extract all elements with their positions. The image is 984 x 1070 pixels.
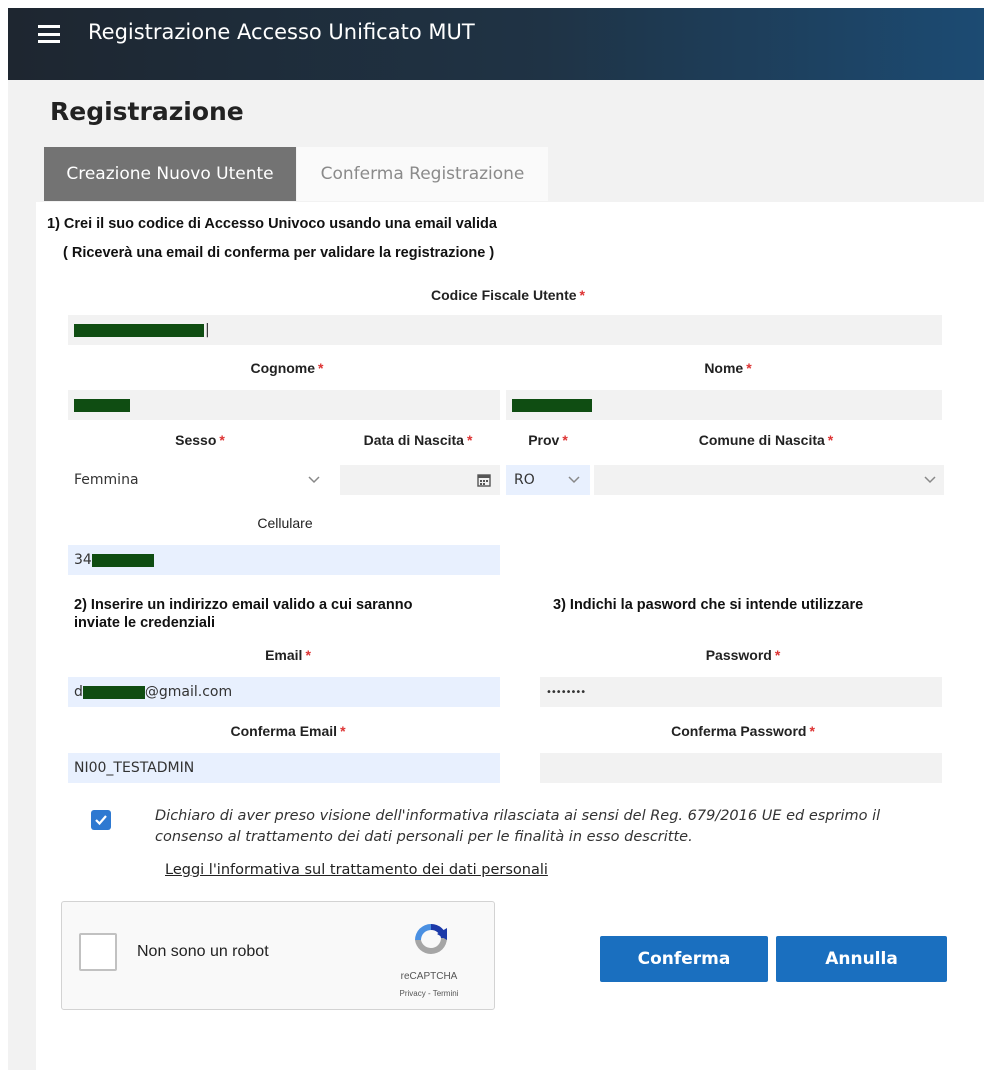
redacted-value xyxy=(512,398,592,412)
nome-input[interactable] xyxy=(506,390,942,420)
email-label: Email * xyxy=(265,647,311,663)
comune-nascita-label: Comune di Nascita * xyxy=(698,432,834,448)
redacted-value xyxy=(91,553,154,567)
sesso-select[interactable]: Femmina xyxy=(74,465,330,495)
cognome-input[interactable] xyxy=(68,390,500,420)
tab-creazione-nuovo-utente[interactable]: Creazione Nuovo Utente xyxy=(44,147,296,201)
conferma-password-label: Conferma Password * xyxy=(671,723,815,739)
conferma-password-input[interactable] xyxy=(540,753,942,783)
section2-heading: 2) Inserire un indirizzo email valido a … xyxy=(74,597,413,613)
chevron-down-icon xyxy=(924,476,936,484)
page-title: Registrazione xyxy=(50,97,244,126)
recaptcha-terms-link[interactable]: Privacy - Termini xyxy=(383,989,475,998)
codice-fiscale-input[interactable]: | xyxy=(68,315,942,345)
redacted-value xyxy=(82,685,145,699)
nome-label: Nome * xyxy=(704,360,752,376)
recaptcha-label: Non sono un robot xyxy=(137,943,269,960)
conferma-email-input[interactable]: NI00_TESTADMIN xyxy=(68,753,500,783)
cognome-label: Cognome * xyxy=(250,360,324,376)
recaptcha-brand: reCAPTCHA xyxy=(400,971,458,982)
cancel-button[interactable]: Annulla xyxy=(776,936,947,982)
section2-subheading: inviate le credenziali xyxy=(74,615,216,631)
conferma-email-label: Conferma Email * xyxy=(230,723,346,739)
section1-subheading: ( Riceverà una email di conferma per val… xyxy=(63,245,495,261)
tab-conferma-registrazione[interactable]: Conferma Registrazione xyxy=(297,147,548,201)
consent-checkbox[interactable] xyxy=(91,810,111,830)
chevron-down-icon xyxy=(568,476,580,484)
recaptcha-checkbox[interactable] xyxy=(79,933,117,971)
confirm-button[interactable]: Conferma xyxy=(600,936,768,982)
data-nascita-label: Data di Nascita * xyxy=(363,432,473,448)
calendar-icon[interactable] xyxy=(477,473,491,487)
hamburger-menu-icon[interactable] xyxy=(38,25,60,43)
prov-select[interactable]: RO xyxy=(506,465,590,495)
top-app-bar xyxy=(8,8,984,80)
sesso-value: Femmina xyxy=(74,472,139,488)
password-input[interactable]: •••••••• xyxy=(540,677,942,707)
prov-value: RO xyxy=(514,472,535,488)
privacy-policy-link[interactable]: Leggi l'informativa sul trattamento dei … xyxy=(165,862,548,878)
left-gutter xyxy=(8,202,36,1070)
sesso-label: Sesso * xyxy=(175,432,225,448)
chevron-down-icon xyxy=(308,476,320,484)
password-label: Password * xyxy=(705,647,781,663)
consent-text: Dichiaro di aver preso visione dell'info… xyxy=(155,808,881,845)
prov-label: Prov * xyxy=(528,432,568,448)
comune-nascita-select[interactable] xyxy=(594,465,944,495)
email-input[interactable]: d @gmail.com xyxy=(68,677,500,707)
codice-fiscale-label: Codice Fiscale Utente * xyxy=(431,287,585,303)
section3-heading: 3) Indichi la pasword che si intende uti… xyxy=(553,597,864,613)
redacted-value xyxy=(74,398,130,412)
app-title: Registrazione Accesso Unificato MUT xyxy=(88,20,475,44)
section1-heading: 1) Crei il suo codice di Accesso Univoco… xyxy=(47,216,497,232)
recaptcha-logo-icon xyxy=(415,923,447,955)
cellulare-label: Cellulare xyxy=(257,515,313,531)
cellulare-input[interactable]: 34 xyxy=(68,545,500,575)
data-nascita-input[interactable] xyxy=(340,465,500,495)
checkmark-icon xyxy=(95,815,107,826)
redacted-value xyxy=(74,323,204,337)
